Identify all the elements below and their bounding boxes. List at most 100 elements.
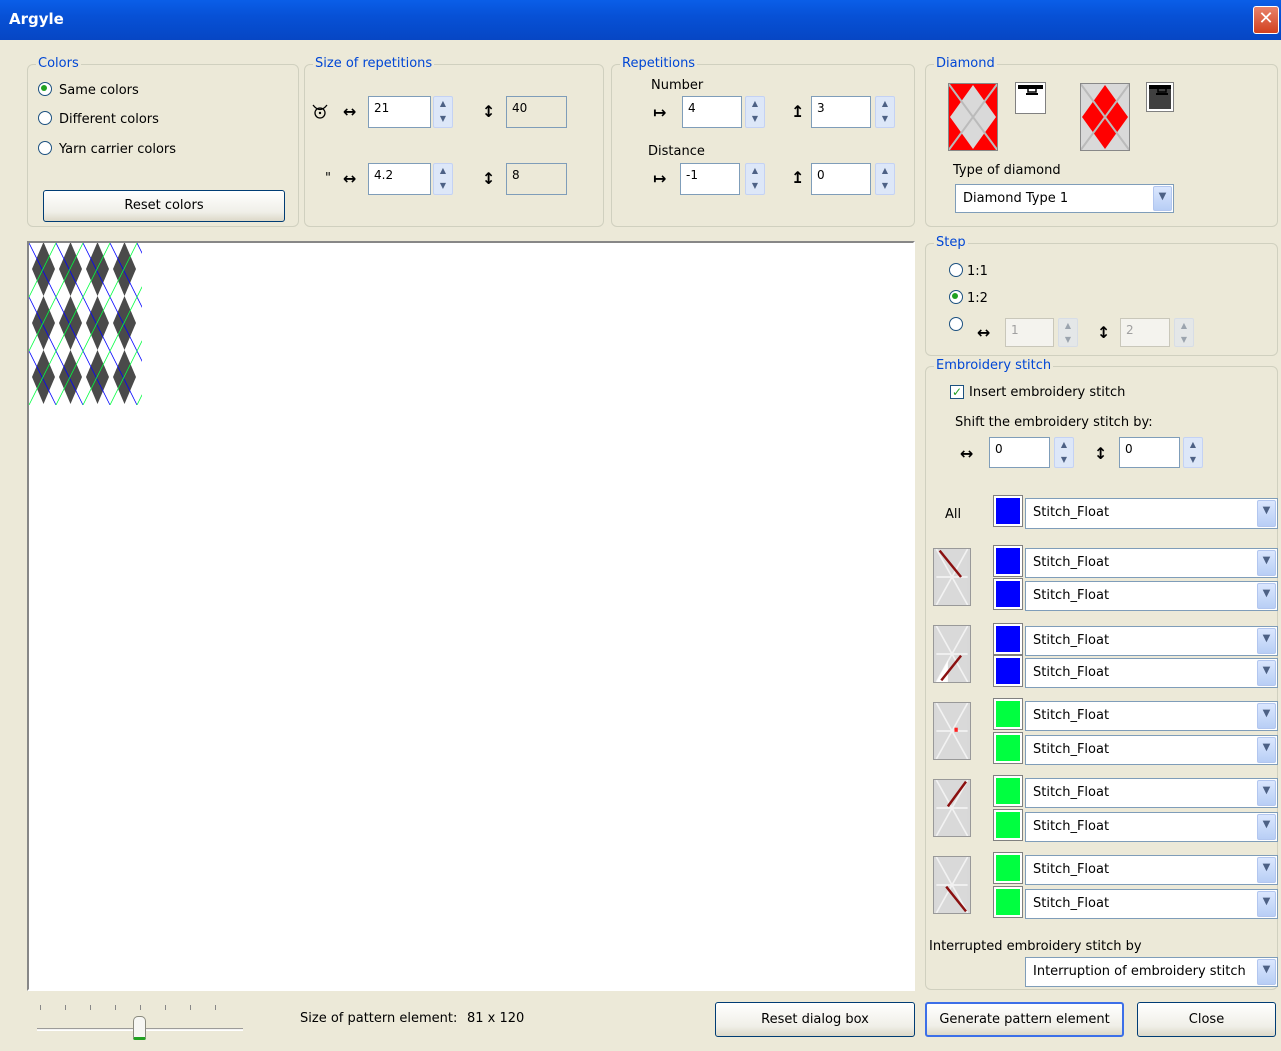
insert-embroidery-label[interactable]: Insert embroidery stitch — [969, 385, 1125, 400]
shift-v-input[interactable]: 0 — [1119, 437, 1180, 468]
close-window-button[interactable]: ✕ — [1253, 6, 1279, 34]
shift-h-input[interactable]: 0 — [989, 437, 1050, 468]
reset-colors-button[interactable]: Reset colors — [43, 190, 285, 222]
distance-v-input[interactable]: 0 — [811, 163, 871, 195]
distance-h-input[interactable]: -1 — [680, 163, 740, 195]
chevron-down-icon[interactable]: ▼ — [1257, 737, 1276, 763]
spin-up-icon[interactable]: ▲ — [1055, 438, 1073, 453]
close-button[interactable]: Close — [1137, 1002, 1276, 1037]
chevron-down-icon[interactable]: ▼ — [1257, 660, 1276, 686]
size-h-spinner[interactable]: ▲ ▼ — [433, 96, 453, 128]
number-h-spinner[interactable]: ▲ ▼ — [745, 96, 765, 128]
stitch-color-swatch[interactable] — [993, 775, 1023, 807]
spin-down-icon[interactable]: ▼ — [746, 179, 764, 194]
generate-pattern-button[interactable]: Generate pattern element — [925, 1002, 1124, 1037]
stitch-type-select[interactable]: Stitch_Float ▼ — [1025, 812, 1278, 842]
spin-up-icon[interactable]: ▲ — [746, 164, 764, 179]
radio-step-1-2-label[interactable]: 1:2 — [967, 291, 988, 306]
stitch-color-swatch[interactable] — [993, 852, 1023, 884]
stitch-color-swatch[interactable] — [993, 578, 1023, 610]
stitch-color-swatch[interactable] — [993, 886, 1023, 918]
size-h-input[interactable]: 21 — [368, 96, 431, 128]
step-custom-h-spinner[interactable]: ▲ ▼ — [1058, 318, 1078, 347]
chevron-down-icon[interactable]: ▼ — [1257, 550, 1276, 576]
chevron-down-icon[interactable]: ▼ — [1257, 628, 1276, 654]
distance-h-spinner[interactable]: ▲ ▼ — [745, 163, 765, 195]
chevron-down-icon[interactable]: ▼ — [1257, 500, 1276, 527]
chevron-down-icon[interactable]: ▼ — [1257, 583, 1276, 609]
spin-down-icon[interactable]: ▼ — [434, 179, 452, 194]
shift-h-spinner[interactable]: ▲ ▼ — [1054, 437, 1074, 468]
stitch-type-select[interactable]: Stitch_Float ▼ — [1025, 548, 1278, 578]
stitch-color-swatch[interactable] — [993, 809, 1023, 841]
step-custom-v-input[interactable]: 2 — [1120, 318, 1170, 347]
radio-same-colors[interactable] — [38, 82, 52, 96]
stitch-type-select[interactable]: Stitch_Float ▼ — [1025, 778, 1278, 808]
distance-v-spinner[interactable]: ▲ ▼ — [875, 163, 895, 195]
radio-step-1-1[interactable] — [949, 263, 963, 277]
radio-same-colors-label[interactable]: Same colors — [59, 83, 139, 98]
stitch-color-swatch[interactable] — [993, 698, 1023, 730]
interruption-select[interactable]: Interruption of embroidery stitch ▼ — [1025, 957, 1278, 987]
chevron-down-icon[interactable]: ▼ — [1257, 814, 1276, 840]
stitch-type-select[interactable]: Stitch_Float ▼ — [1025, 855, 1278, 885]
spin-up-icon[interactable]: ▲ — [876, 97, 894, 112]
spin-down-icon[interactable]: ▼ — [1175, 333, 1193, 347]
stitch-type-select[interactable]: Stitch_Float ▼ — [1025, 626, 1278, 656]
chevron-down-icon[interactable]: ▼ — [1257, 959, 1276, 985]
spin-up-icon[interactable]: ▲ — [1059, 319, 1077, 333]
chevron-down-icon[interactable]: ▼ — [1257, 703, 1276, 729]
insert-embroidery-checkbox[interactable]: ✓ — [950, 385, 964, 399]
stitch-type-select[interactable]: Stitch_Float ▼ — [1025, 658, 1278, 688]
spin-up-icon[interactable]: ▲ — [1184, 438, 1202, 453]
stitch-color-swatch[interactable] — [993, 623, 1023, 655]
spin-down-icon[interactable]: ▼ — [746, 112, 764, 127]
spin-down-icon[interactable]: ▼ — [1059, 333, 1077, 347]
chevron-down-icon[interactable]: ▼ — [1257, 857, 1276, 883]
all-stitch-select[interactable]: Stitch_Float ▼ — [1025, 498, 1278, 529]
stitch-type-select[interactable]: Stitch_Float ▼ — [1025, 735, 1278, 765]
diamond-preview-1-icon[interactable] — [948, 83, 998, 151]
spin-up-icon[interactable]: ▲ — [434, 164, 452, 179]
spin-up-icon[interactable]: ▲ — [434, 97, 452, 112]
spin-up-icon[interactable]: ▲ — [746, 97, 764, 112]
diamond-type-select[interactable]: Diamond Type 1 ▼ — [955, 184, 1174, 213]
slider-thumb[interactable] — [133, 1016, 146, 1040]
diamond-preview-2-icon[interactable] — [1080, 83, 1130, 151]
spin-down-icon[interactable]: ▼ — [1184, 453, 1202, 468]
spin-down-icon[interactable]: ▼ — [876, 179, 894, 194]
chevron-down-icon[interactable]: ▼ — [1257, 780, 1276, 806]
radio-step-1-1-label[interactable]: 1:1 — [967, 264, 988, 279]
stitch-type-select[interactable]: Stitch_Float ▼ — [1025, 581, 1278, 611]
stitch-type-select[interactable]: Stitch_Float ▼ — [1025, 701, 1278, 731]
number-h-input[interactable]: 4 — [682, 96, 742, 128]
chevron-down-icon[interactable]: ▼ — [1257, 891, 1276, 917]
stitch-type-select[interactable]: Stitch_Float ▼ — [1025, 889, 1278, 919]
spin-down-icon[interactable]: ▼ — [876, 112, 894, 127]
stitch-color-swatch[interactable] — [993, 732, 1023, 764]
shift-v-spinner[interactable]: ▲ ▼ — [1183, 437, 1203, 468]
number-v-input[interactable]: 3 — [811, 96, 871, 128]
size-inch-h-input[interactable]: 4.2 — [368, 163, 431, 195]
spin-up-icon[interactable]: ▲ — [1175, 319, 1193, 333]
radio-different-colors[interactable] — [38, 111, 52, 125]
size-inch-h-spinner[interactable]: ▲ ▼ — [433, 163, 453, 195]
zoom-slider[interactable] — [37, 1000, 243, 1042]
stitch-color-swatch[interactable] — [993, 545, 1023, 577]
radio-step-custom[interactable] — [949, 317, 963, 331]
step-custom-v-spinner[interactable]: ▲ ▼ — [1174, 318, 1194, 347]
radio-yarn-carrier-colors-label[interactable]: Yarn carrier colors — [59, 142, 176, 157]
stitch-color-swatch[interactable] — [993, 655, 1023, 687]
radio-step-1-2[interactable] — [949, 290, 963, 304]
radio-yarn-carrier-colors[interactable] — [38, 141, 52, 155]
reset-dialog-button[interactable]: Reset dialog box — [715, 1002, 915, 1037]
radio-different-colors-label[interactable]: Different colors — [59, 112, 159, 127]
chevron-down-icon[interactable]: ▼ — [1153, 186, 1172, 211]
spin-down-icon[interactable]: ▼ — [1055, 453, 1073, 468]
step-custom-h-input[interactable]: 1 — [1005, 318, 1054, 347]
pattern-preview-canvas[interactable] — [27, 241, 915, 991]
number-v-spinner[interactable]: ▲ ▼ — [875, 96, 895, 128]
all-color-swatch[interactable] — [993, 495, 1023, 527]
spin-down-icon[interactable]: ▼ — [434, 112, 452, 127]
spin-up-icon[interactable]: ▲ — [876, 164, 894, 179]
